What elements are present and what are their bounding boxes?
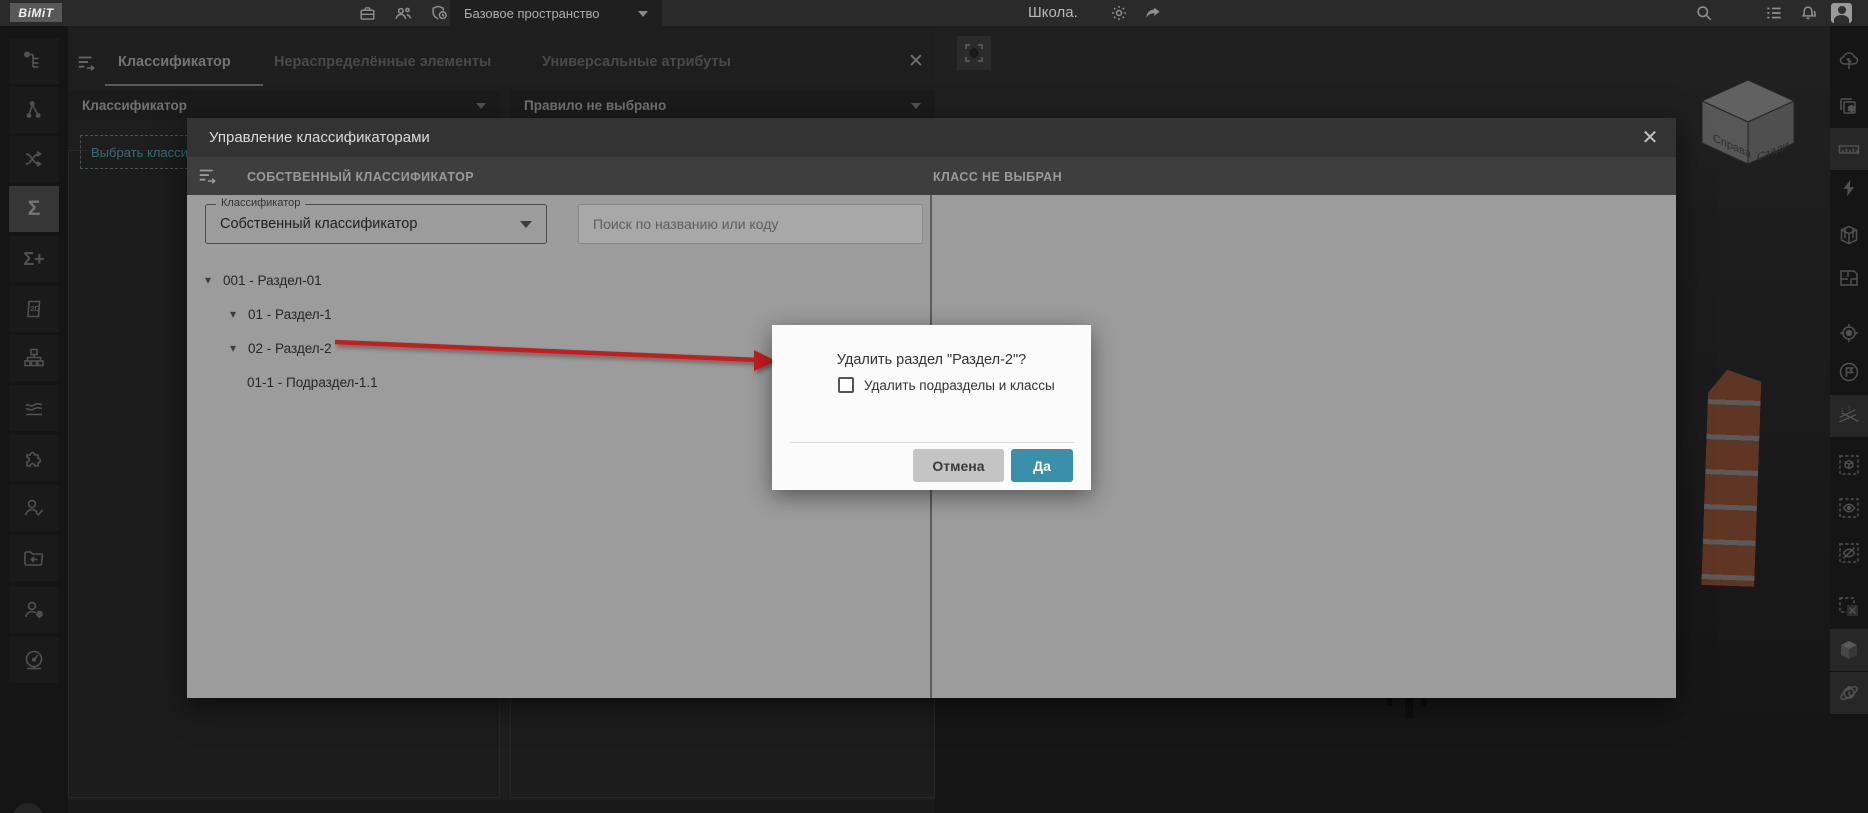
project-title: Школа. bbox=[1028, 4, 1078, 21]
top-bar: BiMiT Базовое пространство Школа. bbox=[0, 0, 1868, 26]
search-input[interactable] bbox=[579, 205, 922, 243]
classifier-select-value: Собственный классификатор bbox=[220, 216, 417, 232]
list-icon[interactable] bbox=[1763, 2, 1785, 24]
right-pane-header: КЛАСС НЕ ВЫБРАН bbox=[933, 170, 1062, 184]
modal-header: Управление классификаторами ✕ bbox=[187, 118, 1676, 157]
tree-item-razdel-2[interactable]: ▾ 02 - Раздел-2 bbox=[230, 338, 332, 358]
search-field[interactable] bbox=[578, 204, 923, 244]
tree-item-label: 02 - Раздел-2 bbox=[248, 341, 332, 356]
checkbox-label: Удалить подразделы и классы bbox=[864, 378, 1055, 393]
bimit-logo: BiMiT bbox=[10, 3, 62, 22]
tree-item-label: 01 - Раздел-1 bbox=[248, 307, 332, 322]
modal-title: Управление классификаторами bbox=[209, 129, 430, 146]
chevron-down-icon bbox=[520, 221, 532, 228]
shield-status-icon[interactable] bbox=[428, 2, 450, 24]
tree-item-razdel-01[interactable]: ▾ 001 - Раздел-01 bbox=[205, 270, 322, 290]
left-pane-header: СОБСТВЕННЫЙ КЛАССИФИКАТОР bbox=[247, 170, 474, 184]
team-icon[interactable] bbox=[392, 2, 414, 24]
chevron-down-icon bbox=[638, 11, 648, 17]
workspace-label: Базовое пространство bbox=[464, 6, 600, 21]
modal-menu-icon[interactable] bbox=[197, 165, 219, 187]
modal-subheader: СОБСТВЕННЫЙ КЛАССИФИКАТОР КЛАСС НЕ ВЫБРА… bbox=[187, 157, 1676, 195]
delete-subsections-checkbox-row[interactable]: Удалить подразделы и классы bbox=[838, 377, 1055, 393]
tree-expand-icon[interactable]: ▾ bbox=[230, 341, 236, 355]
classifier-select[interactable]: Классификатор Собственный классификатор bbox=[205, 204, 547, 244]
cancel-button[interactable]: Отмена bbox=[913, 449, 1004, 482]
confirm-delete-dialog: Удалить раздел "Раздел-2"? Удалить подра… bbox=[772, 325, 1091, 490]
workspace-selector[interactable]: Базовое пространство bbox=[450, 0, 662, 26]
avatar-head bbox=[1838, 6, 1846, 14]
settings-gear-icon[interactable] bbox=[1108, 2, 1130, 24]
modal-close-icon[interactable]: ✕ bbox=[1638, 125, 1662, 149]
avatar-body bbox=[1834, 15, 1849, 23]
classifier-select-label: Классификатор bbox=[216, 197, 305, 209]
tree-expand-icon[interactable]: ▾ bbox=[230, 307, 236, 321]
share-icon[interactable] bbox=[1142, 2, 1164, 24]
user-avatar[interactable] bbox=[1831, 3, 1852, 23]
tree-expand-icon[interactable]: ▾ bbox=[205, 273, 211, 287]
search-icon[interactable] bbox=[1693, 2, 1715, 24]
dialog-divider bbox=[790, 442, 1075, 443]
annotation-arrow bbox=[330, 330, 790, 385]
tree-item-razdel-1[interactable]: ▾ 01 - Раздел-1 bbox=[230, 304, 332, 324]
dialog-title: Удалить раздел "Раздел-2"? bbox=[772, 352, 1091, 368]
app-window: BiMiT Базовое пространство Школа. bbox=[0, 0, 1868, 813]
confirm-yes-button[interactable]: Да bbox=[1011, 449, 1073, 482]
notifications-sync-icon[interactable] bbox=[1797, 2, 1819, 24]
tree-item-label: 001 - Раздел-01 bbox=[223, 273, 322, 288]
briefcase-icon[interactable] bbox=[356, 2, 378, 24]
checkbox-unchecked-icon[interactable] bbox=[838, 377, 854, 393]
